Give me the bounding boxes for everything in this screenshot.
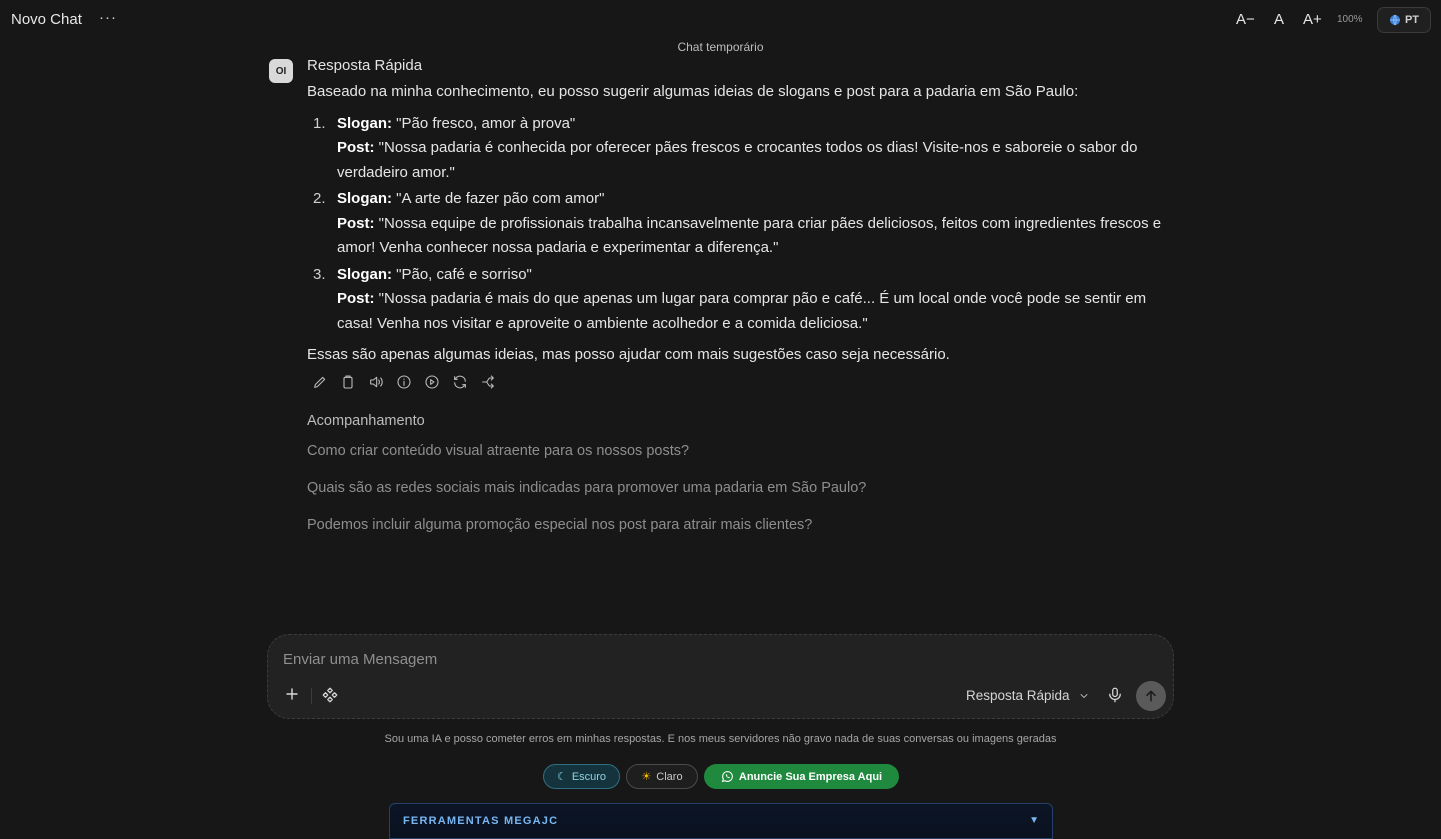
followup-title: Acompanhamento: [307, 413, 425, 429]
list-item: 3. Slogan: "Pão, café e sorriso" Post: "…: [307, 263, 1177, 337]
message-intro: Baseado na minha conhecimento, eu posso …: [307, 83, 1079, 100]
share-icon[interactable]: [479, 373, 497, 391]
ai-disclaimer: Sou uma IA e posso cometer erros em minh…: [384, 733, 1057, 745]
font-increase-button[interactable]: A+: [1303, 11, 1322, 28]
message-input[interactable]: Enviar uma Mensagem: [283, 651, 437, 668]
slogan-text: "Pão, café e sorriso": [392, 265, 532, 283]
regenerate-icon[interactable]: [451, 373, 469, 391]
plus-icon[interactable]: [282, 684, 302, 704]
assistant-message: Baseado na minha conhecimento, eu posso …: [307, 80, 1177, 368]
slogan-label: Slogan:: [337, 114, 392, 132]
theme-light-label: Claro: [656, 770, 683, 783]
slogan-text: "A arte de fazer pão com amor": [392, 190, 605, 207]
language-label: PT: [1404, 14, 1420, 26]
slogan-label: Slogan:: [337, 265, 392, 283]
message-actions: [311, 373, 497, 391]
speaker-icon[interactable]: [367, 373, 385, 391]
divider: [311, 688, 312, 704]
list-number: 2.: [313, 190, 326, 207]
advertise-button[interactable]: Anuncie Sua Empresa Aqui: [704, 764, 899, 789]
chevron-down-icon: [1080, 693, 1088, 698]
info-icon[interactable]: [395, 373, 413, 391]
send-button[interactable]: [1136, 681, 1166, 711]
post-label: Post:: [337, 139, 375, 156]
theme-light-button[interactable]: ☀ Claro: [626, 764, 698, 789]
microphone-icon[interactable]: [1106, 686, 1124, 704]
font-decrease-button[interactable]: A−: [1236, 11, 1255, 28]
list-item: 2. Slogan: "A arte de fazer pão com amor…: [307, 187, 1177, 261]
model-avatar: OI: [269, 59, 293, 83]
list-item: 1. Slogan: "Pão fresco, amor à prova" Po…: [307, 112, 1177, 186]
language-button[interactable]: PT: [1377, 7, 1431, 33]
post-text: "Nossa padaria é mais do que apenas um l…: [337, 290, 1147, 332]
ideas-list: 1. Slogan: "Pão fresco, amor à prova" Po…: [307, 112, 1177, 337]
model-selector-label: Resposta Rápida: [966, 688, 1070, 703]
triangle-down-icon: ▼: [1029, 815, 1039, 826]
zoom-level: 100%: [1337, 14, 1363, 25]
temporary-chat-label: Chat temporário: [677, 40, 764, 54]
edit-icon[interactable]: [311, 373, 329, 391]
sun-icon: ☀: [641, 771, 652, 783]
followup-suggestion[interactable]: Quais são as redes sociais mais indicada…: [307, 480, 866, 496]
copy-icon[interactable]: [339, 373, 357, 391]
model-selector[interactable]: Resposta Rápida: [966, 688, 1090, 703]
post-text: "Nossa equipe de profissionais trabalha …: [337, 214, 1162, 257]
top-bar: Novo Chat ··· A− A A+ 100% PT: [0, 0, 1441, 40]
tools-label: FERRAMENTAS MEGAJC: [403, 815, 559, 827]
list-number: 3.: [313, 265, 326, 283]
tools-icon[interactable]: [321, 686, 339, 704]
megajc-tools-dropdown[interactable]: FERRAMENTAS MEGAJC ▼: [389, 803, 1053, 839]
globe-icon: [1389, 14, 1400, 26]
slogan-label: Slogan:: [337, 190, 392, 207]
chat-options-menu-icon[interactable]: ···: [99, 9, 117, 26]
advertise-label: Anuncie Sua Empresa Aqui: [738, 770, 883, 783]
theme-row: ☾ Escuro ☀ Claro Anuncie Sua Empresa Aqu…: [543, 764, 899, 789]
followup-suggestion[interactable]: Como criar conteúdo visual atraente para…: [307, 443, 689, 459]
message-outro: Essas são apenas algumas ideias, mas pos…: [307, 346, 950, 363]
list-number: 1.: [313, 114, 326, 132]
slogan-text: "Pão fresco, amor à prova": [392, 114, 576, 132]
theme-dark-button[interactable]: ☾ Escuro: [543, 764, 620, 789]
followup-suggestion[interactable]: Podemos incluir alguma promoção especial…: [307, 517, 812, 533]
post-text: "Nossa padaria é conhecida por oferecer …: [337, 139, 1138, 181]
model-name: Resposta Rápida: [307, 57, 423, 74]
post-label: Post:: [337, 214, 375, 232]
arrow-up-icon: [1146, 690, 1156, 702]
font-reset-button[interactable]: A: [1274, 11, 1284, 28]
play-icon[interactable]: [423, 373, 441, 391]
whatsapp-icon: [721, 771, 733, 783]
post-label: Post:: [337, 290, 375, 307]
moon-icon: ☾: [556, 771, 567, 783]
theme-dark-label: Escuro: [571, 770, 607, 783]
message-composer: Enviar uma Mensagem Resposta Rápida: [267, 634, 1174, 719]
chat-title[interactable]: Novo Chat: [11, 11, 82, 28]
